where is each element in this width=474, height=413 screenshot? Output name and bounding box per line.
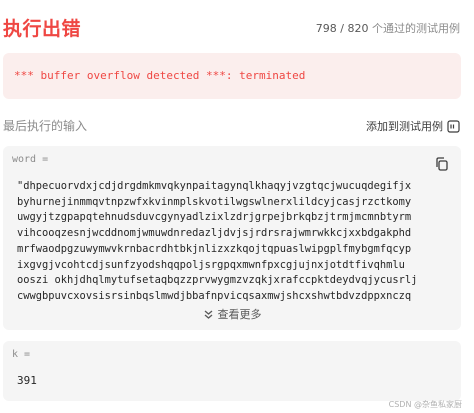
add-testcase-icon bbox=[447, 119, 460, 133]
show-more-button[interactable]: 查看更多 bbox=[3, 306, 461, 322]
word-line: "dhpecuorvdxjcdjdrgdmkmvqkynpaitagynqlkh… bbox=[17, 180, 412, 192]
passed-suffix: 个通过的测试用例 bbox=[372, 22, 460, 35]
last-input-title: 最后执行的输入 bbox=[3, 119, 88, 133]
k-label: k = bbox=[12, 349, 31, 360]
add-testcase-label: 添加到测试用例 bbox=[366, 120, 443, 133]
result-header: 执行出错 798 / 820 个通过的测试用例 bbox=[0, 0, 474, 50]
copy-icon[interactable] bbox=[434, 156, 450, 172]
count-separator: / bbox=[336, 22, 348, 35]
pass-count: 798 / 820 个通过的测试用例 bbox=[316, 20, 460, 36]
word-line: ooszi okhjdhqlmytufsetaqbqzzprvwygmzvzqk… bbox=[17, 274, 418, 287]
word-line: mrfwaodpgzuwymwvkrnbacrdhtbkjnlizxzkqojt… bbox=[17, 242, 412, 255]
show-more-label: 查看更多 bbox=[217, 308, 262, 321]
word-value: "dhpecuorvdxjcdjdrgdmkmvqkynpaitagynqlkh… bbox=[17, 179, 451, 305]
word-line: ixgvgjvcohtcdjsunfzyodshqqpoljsrgpqxmwnf… bbox=[17, 258, 405, 271]
k-value: 391 bbox=[17, 374, 37, 387]
add-to-testcase-button[interactable]: 添加到测试用例 bbox=[366, 118, 460, 134]
total-count: 820 bbox=[347, 22, 369, 35]
input-word-card: word = "dhpecuorvdxjcdjdrgdmkmvqkynpaita… bbox=[3, 146, 461, 330]
word-line: cwwgbpuvcxovsisrsinbqslmwdjbbafnpvicqsax… bbox=[17, 289, 412, 302]
chevron-double-down-icon bbox=[204, 310, 212, 319]
last-input-header: 最后执行的输入 添加到测试用例 bbox=[0, 114, 474, 136]
word-line: uwgyjtzgpapqtehnudsduvcgynyadlzixlzdrjgr… bbox=[17, 211, 412, 224]
error-message: *** buffer overflow detected ***: termin… bbox=[14, 69, 306, 82]
passed-count: 798 bbox=[315, 22, 337, 35]
word-line: byhurnejinmmqvtnpzwfxkvinmplskvotilwgswl… bbox=[17, 195, 412, 208]
error-box: *** buffer overflow detected ***: termin… bbox=[3, 53, 461, 99]
word-label: word = bbox=[12, 154, 49, 165]
input-k-card: k = 391 bbox=[3, 341, 461, 401]
word-line: vihcooqzesnjwcddnomjwmuwdnredazljdvjsjrd… bbox=[17, 227, 412, 240]
status-title: 执行出错 bbox=[3, 18, 82, 40]
watermark: CSDN @杂鱼私家厨 bbox=[388, 400, 462, 409]
